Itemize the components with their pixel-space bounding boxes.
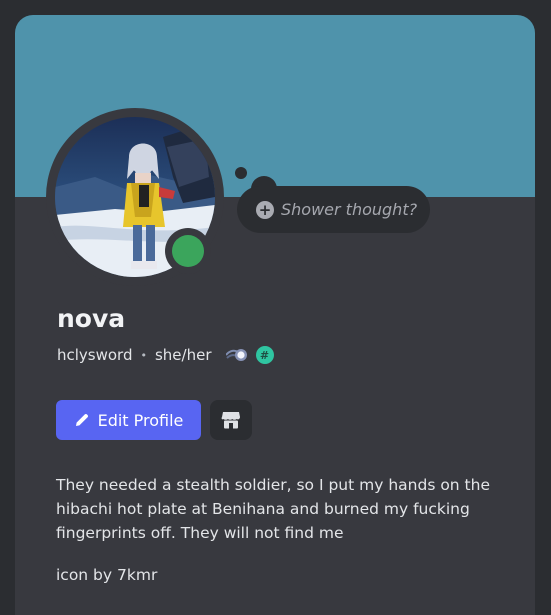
bio-credit: icon by 7kmr xyxy=(56,566,158,584)
shop-icon xyxy=(221,412,240,429)
thought-bubble-dot-small xyxy=(235,167,247,179)
edit-profile-label: Edit Profile xyxy=(97,410,184,430)
edit-profile-button[interactable]: Edit Profile xyxy=(56,400,201,440)
orb-icon[interactable] xyxy=(224,347,248,363)
bio-text: They needed a stealth soldier, so I put … xyxy=(56,476,490,542)
display-name: nova xyxy=(57,304,126,333)
hash-icon[interactable]: # xyxy=(255,346,274,364)
online-status-icon xyxy=(172,235,204,267)
pencil-icon xyxy=(75,413,88,426)
username[interactable]: hclysword xyxy=(57,346,132,364)
separator-dot: • xyxy=(140,348,147,362)
custom-status-button[interactable]: + Shower thought? xyxy=(237,186,430,233)
plus-circle-icon: + xyxy=(256,200,274,219)
profile-subline: hclysword • she/her # xyxy=(57,344,274,366)
shop-button[interactable] xyxy=(210,400,252,440)
profile-card: + Shower thought? nova hclysword • she/h… xyxy=(15,15,535,615)
custom-status-placeholder: Shower thought? xyxy=(281,200,418,219)
pronouns: she/her xyxy=(154,346,212,364)
